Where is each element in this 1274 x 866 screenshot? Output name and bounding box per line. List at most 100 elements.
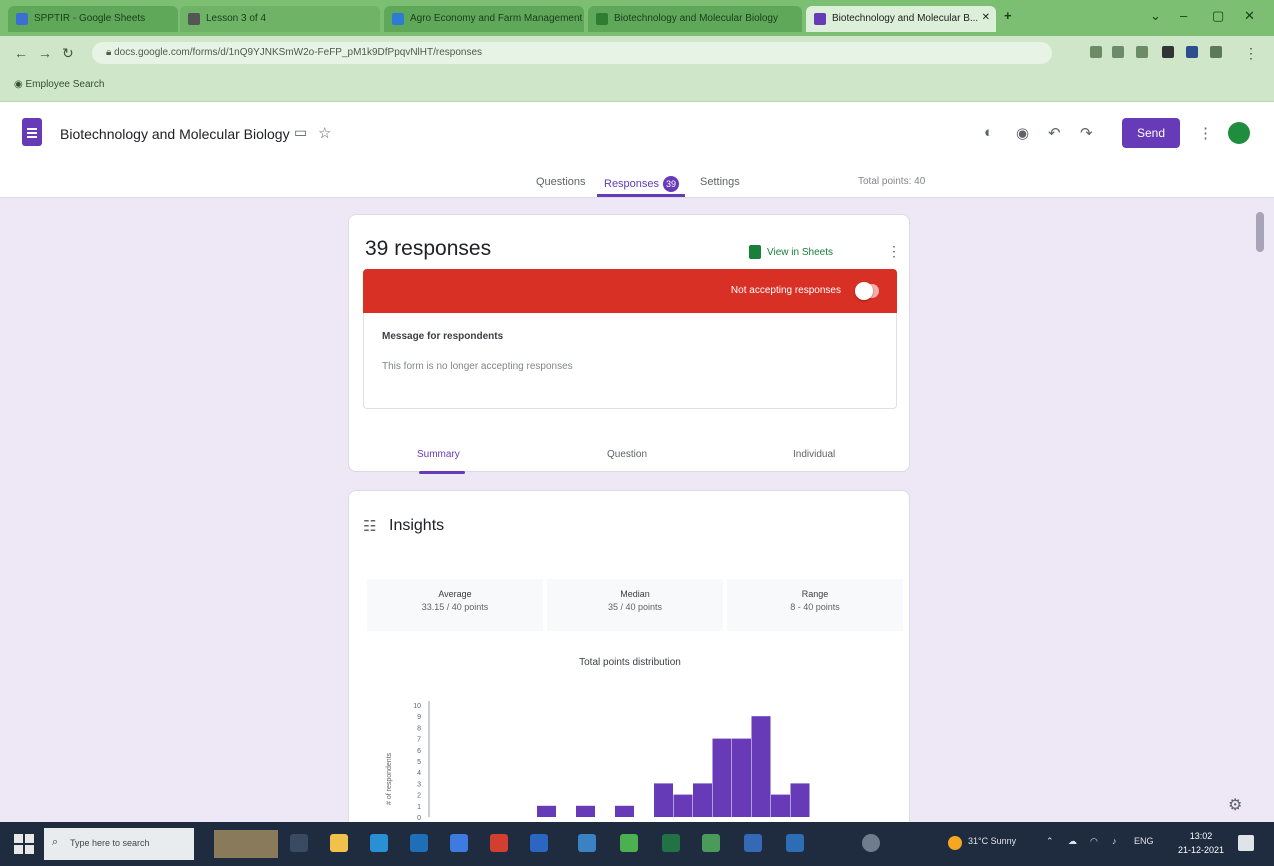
y-tick-label: 4 [417,770,421,777]
star-icon[interactable]: ☆ [318,124,331,142]
search-icon: ⌕ [52,836,59,848]
profile-icon[interactable] [1210,46,1222,58]
app-icon[interactable] [744,834,762,852]
browser-tab-bar: SPPTIR - Google Sheets Lesson 3 of 4 Agr… [0,0,1274,36]
chrome-icon[interactable] [620,834,638,852]
page-favicon-icon [188,13,200,25]
y-tick-label: 10 [413,703,421,710]
browser-tab-active[interactable]: Biotechnology and Molecular B... ✕ [806,6,996,32]
clock-date: 21-12-2021 [1178,845,1225,855]
tab-question[interactable]: Question [607,449,647,460]
form-title[interactable]: Biotechnology and Molecular Biology [60,126,290,142]
chart-bar[interactable] [732,738,751,817]
chrome-active-icon[interactable] [702,834,720,852]
app-icon[interactable] [578,834,596,852]
search-highlight-image[interactable] [214,830,278,858]
forms-logo-icon[interactable] [22,118,42,146]
zoom-icon[interactable] [1090,46,1102,58]
forward-arrow-icon[interactable]: → [38,45,52,61]
wifi-icon[interactable]: ◠ [1090,836,1098,847]
tab-responses[interactable]: Responses 39 [604,176,680,192]
excel-icon[interactable] [662,834,680,852]
accepting-responses-banner: Not accepting responses [363,269,897,313]
weather-icon[interactable] [948,836,962,850]
chart-bar[interactable] [693,783,712,817]
more-vert-icon[interactable]: ⋮ [1244,45,1258,62]
edge-icon[interactable] [370,834,388,852]
store-icon[interactable] [410,834,428,852]
send-button[interactable]: Send [1122,118,1180,148]
settings-gear-icon[interactable]: ⚙ [1228,795,1242,815]
network-icon[interactable]: ☁ [1068,836,1077,847]
minimize-icon[interactable]: – [1180,8,1187,23]
browser-tab-label: Biotechnology and Molecular Biology [614,13,778,24]
bookmark-employee-search[interactable]: ◉ Employee Search [14,79,104,90]
close-icon[interactable]: ✕ [982,12,990,23]
taskbar-clock[interactable]: 13:02 21-12-2021 [1178,829,1224,857]
tab-individual[interactable]: Individual [793,449,835,460]
browser-tab[interactable]: Lesson 3 of 4 [180,6,380,32]
scrollbar-thumb[interactable] [1256,212,1264,252]
preview-eye-icon[interactable]: ◉ [1016,124,1029,142]
browser-tab-label: SPPTIR - Google Sheets [34,13,146,24]
more-vert-icon[interactable]: ⋮ [887,243,901,260]
folder-icon[interactable]: ▭ [294,124,307,141]
respondent-message-box[interactable]: Message for respondents This form is no … [363,313,897,409]
app-icon[interactable] [490,834,508,852]
chart-bar[interactable] [615,805,634,817]
redo-icon[interactable]: ↷ [1080,124,1093,142]
back-arrow-icon[interactable]: ← [14,45,28,61]
taskbar-search-input[interactable]: ⌕ Type here to search [44,828,194,860]
chart-bar[interactable] [790,783,810,817]
new-tab-button[interactable]: + [1004,8,1012,23]
language-icon[interactable]: ENG [1134,836,1154,846]
extension-icon[interactable] [1186,46,1198,58]
sheets-icon[interactable] [749,245,761,259]
chart-bar[interactable] [537,805,556,817]
tray-chevron-icon[interactable]: ⌃ [1046,836,1054,847]
tab-summary[interactable]: Summary [417,449,460,460]
chart-bar[interactable] [576,805,595,817]
chart-bar[interactable] [654,783,673,817]
zoom-app-icon[interactable] [450,834,468,852]
task-view-icon[interactable] [290,834,308,852]
message-text[interactable]: This form is no longer accepting respons… [382,361,573,372]
palette-icon[interactable]: ◐ [984,124,993,141]
chart-bar[interactable] [673,794,693,817]
windows-start-icon[interactable] [14,834,34,854]
undo-icon[interactable]: ↶ [1048,124,1061,142]
browser-tab[interactable]: Biotechnology and Molecular Biology [588,6,802,32]
star-icon[interactable] [1136,46,1148,58]
reload-icon[interactable]: ↻ [62,45,74,62]
y-tick-label: 1 [417,804,421,811]
y-tick-label: 2 [417,793,421,800]
weather-text[interactable]: 31°C Sunny [968,836,1016,846]
browser-tab[interactable]: Agro Economy and Farm Management [384,6,584,32]
more-vert-icon[interactable]: ⋮ [1198,124,1213,142]
tab-settings[interactable]: Settings [700,176,740,188]
app-icon[interactable] [862,834,880,852]
share-icon[interactable] [1112,46,1124,58]
chart-bar[interactable] [712,738,732,817]
lock-icon: 🔒︎ [106,47,115,58]
accepting-responses-toggle[interactable] [855,282,879,300]
close-window-icon[interactable]: ✕ [1244,8,1255,24]
browser-tab[interactable]: SPPTIR - Google Sheets [8,6,178,32]
view-in-sheets-link[interactable]: View in Sheets [767,247,833,258]
avatar[interactable] [1228,122,1250,144]
chevron-down-icon[interactable]: ⌄ [1150,8,1161,24]
chart-bar[interactable] [771,794,790,817]
volume-icon[interactable]: ♪ [1112,836,1117,846]
file-explorer-icon[interactable] [330,834,348,852]
word-icon[interactable] [530,834,548,852]
notifications-icon[interactable] [1238,835,1254,851]
url-field[interactable]: 🔒︎ docs.google.com/forms/d/1nQ9YJNKSmW2o… [92,42,1052,64]
extension-icon[interactable] [1162,46,1174,58]
page-scrollbar[interactable] [1254,198,1266,822]
chart-bar[interactable] [751,716,771,817]
message-label: Message for respondents [382,331,504,342]
tab-questions[interactable]: Questions [536,176,586,188]
app-icon[interactable] [786,834,804,852]
maximize-icon[interactable]: ▢ [1212,8,1224,24]
active-view-indicator [419,471,465,474]
